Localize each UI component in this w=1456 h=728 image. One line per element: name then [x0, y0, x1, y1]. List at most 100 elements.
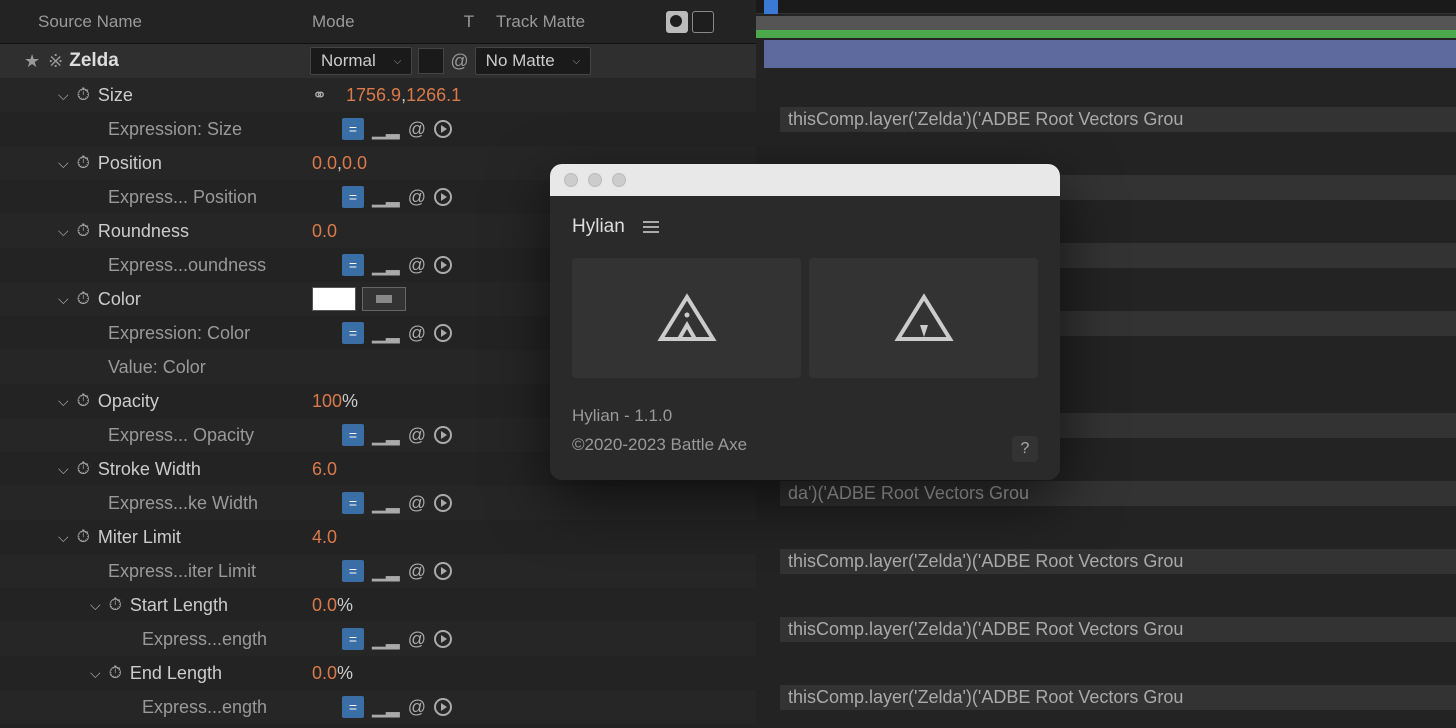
expression-text[interactable]: thisComp.layer('Zelda')('ADBE Root Vecto…	[756, 612, 1456, 646]
expression-enable-icon[interactable]: =	[342, 322, 364, 344]
expression-row[interactable]: Express...ength=▁▂@	[0, 690, 756, 724]
property-value[interactable]: 100%	[312, 391, 358, 412]
constrain-proportions-icon[interactable]: ⚭	[312, 85, 327, 106]
window-titlebar[interactable]	[550, 164, 1060, 196]
property-start-length[interactable]: ⌵⏱Start Length0.0%	[0, 588, 756, 622]
expression-graph-icon[interactable]: ▁▂	[372, 119, 400, 140]
expression-enable-icon[interactable]: =	[342, 628, 364, 650]
twirl-down-icon[interactable]: ⌵	[82, 665, 109, 682]
expression-pickwhip-icon[interactable]: @	[408, 255, 426, 276]
maximize-window-icon[interactable]	[612, 173, 626, 187]
twirl-down-icon[interactable]: ⌵	[50, 529, 77, 546]
expression-graph-icon[interactable]: ▁▂	[372, 493, 400, 514]
stopwatch-icon[interactable]: ⏱	[109, 595, 122, 615]
header-track-t[interactable]: T	[448, 12, 490, 32]
expression-graph-icon[interactable]: ▁▂	[372, 697, 400, 718]
property-value[interactable]: 0.0%	[312, 663, 353, 684]
expression-enable-icon[interactable]: =	[342, 424, 364, 446]
hylian-mode-b-button[interactable]	[809, 258, 1038, 378]
expression-pickwhip-icon[interactable]: @	[408, 119, 426, 140]
property-value[interactable]: 4.0	[312, 527, 337, 548]
expression-language-menu-icon[interactable]	[434, 188, 452, 206]
property-value[interactable]: 6.0	[312, 459, 337, 480]
expression-language-menu-icon[interactable]	[434, 698, 452, 716]
layer-zelda[interactable]: ★ ※ Zelda Normal⌵ @ No Matte⌵	[0, 44, 756, 78]
expression-row[interactable]: Express...ength=▁▂@	[0, 622, 756, 656]
expression-row[interactable]: Express...iter Limit=▁▂@	[0, 554, 756, 588]
expression-enable-icon[interactable]: =	[342, 254, 364, 276]
header-track-matte[interactable]: Track Matte	[490, 12, 585, 32]
stopwatch-icon[interactable]: ⏱	[77, 459, 90, 479]
expression-text[interactable]: thisComp.layer('Zelda')('ADBE Root Vecto…	[756, 544, 1456, 578]
expression-graph-icon[interactable]: ▁▂	[372, 425, 400, 446]
expression-enable-icon[interactable]: =	[342, 696, 364, 718]
stopwatch-icon[interactable]: ⏱	[77, 391, 90, 411]
property-value[interactable]: 1756.9,1266.1	[346, 85, 461, 106]
expression-language-menu-icon[interactable]	[434, 324, 452, 342]
stopwatch-icon[interactable]: ⏱	[77, 221, 90, 241]
header-mode[interactable]: Mode	[300, 12, 448, 32]
header-source-name[interactable]: Source Name	[0, 12, 300, 32]
expression-pickwhip-icon[interactable]: @	[408, 629, 426, 650]
property-end-length[interactable]: ⌵⏱End Length0.0%	[0, 656, 756, 690]
expression-language-menu-icon[interactable]	[434, 120, 452, 138]
stopwatch-icon[interactable]: ⏱	[109, 663, 122, 683]
shy-toggle-icon[interactable]	[666, 11, 688, 33]
blend-mode-dropdown[interactable]: Normal⌵	[310, 47, 412, 75]
fx-toggle-icon[interactable]	[692, 11, 714, 33]
expression-enable-icon[interactable]: =	[342, 560, 364, 582]
layer-duration-bar[interactable]	[764, 40, 1456, 68]
expression-language-menu-icon[interactable]	[434, 426, 452, 444]
twirl-down-icon[interactable]: ⌵	[50, 155, 77, 172]
twirl-down-icon[interactable]: ⌵	[50, 291, 77, 308]
twirl-down-icon[interactable]: ⌵	[50, 461, 77, 478]
expression-text[interactable]: thisComp.layer('Zelda')('ADBE Root Vecto…	[756, 680, 1456, 714]
expression-pickwhip-icon[interactable]: @	[408, 561, 426, 582]
color-eyedropper-icon[interactable]	[362, 287, 406, 311]
property-value[interactable]: 0.0%	[312, 595, 353, 616]
expression-graph-icon[interactable]: ▁▂	[372, 255, 400, 276]
twirl-down-icon[interactable]: ⌵	[50, 223, 77, 240]
expression-graph-icon[interactable]: ▁▂	[372, 323, 400, 344]
expression-pickwhip-icon[interactable]: @	[408, 323, 426, 344]
expression-language-menu-icon[interactable]	[434, 256, 452, 274]
menu-icon[interactable]	[643, 221, 659, 233]
property-size[interactable]: ⌵⏱Size⚭1756.9,1266.1	[0, 78, 756, 112]
expression-graph-icon[interactable]: ▁▂	[372, 187, 400, 208]
expression-text[interactable]: da')('ADBE Root Vectors Grou	[756, 476, 1456, 510]
twirl-down-icon[interactable]: ⌵	[50, 87, 77, 104]
timeline-ruler[interactable]	[756, 0, 1456, 14]
expression-graph-icon[interactable]: ▁▂	[372, 561, 400, 582]
hylian-mode-a-button[interactable]	[572, 258, 801, 378]
twirl-down-icon[interactable]: ⌵	[50, 393, 77, 410]
work-area-bar[interactable]	[756, 16, 1456, 30]
expression-language-menu-icon[interactable]	[434, 494, 452, 512]
minimize-window-icon[interactable]	[588, 173, 602, 187]
property-value[interactable]: 0.0,0.0	[312, 153, 367, 174]
stopwatch-icon[interactable]: ⏱	[77, 85, 90, 105]
help-button[interactable]: ?	[1012, 436, 1038, 462]
expression-pickwhip-icon[interactable]: @	[408, 493, 426, 514]
stopwatch-icon[interactable]: ⏱	[77, 153, 90, 173]
property-miter-limit[interactable]: ⌵⏱Miter Limit4.0	[0, 520, 756, 554]
playhead-icon[interactable]	[764, 0, 778, 14]
expression-graph-icon[interactable]: ▁▂	[372, 629, 400, 650]
expression-language-menu-icon[interactable]	[434, 630, 452, 648]
expression-row[interactable]: Express...ke Width=▁▂@	[0, 486, 756, 520]
expression-pickwhip-icon[interactable]: @	[408, 425, 426, 446]
stopwatch-icon[interactable]: ⏱	[77, 289, 90, 309]
twirl-down-icon[interactable]: ⌵	[82, 597, 109, 614]
expression-enable-icon[interactable]: =	[342, 118, 364, 140]
close-window-icon[interactable]	[564, 173, 578, 187]
expression-language-menu-icon[interactable]	[434, 562, 452, 580]
expression-text[interactable]: thisComp.layer('Zelda')('ADBE Root Vecto…	[756, 102, 1456, 136]
color-swatch[interactable]	[312, 287, 356, 311]
expression-enable-icon[interactable]: =	[342, 186, 364, 208]
parent-pickwhip-icon[interactable]: @	[450, 51, 468, 72]
stopwatch-icon[interactable]: ⏱	[77, 527, 90, 547]
expression-pickwhip-icon[interactable]: @	[408, 187, 426, 208]
expression-row[interactable]: Expression: Size=▁▂@	[0, 112, 756, 146]
track-matte-dropdown[interactable]: No Matte⌵	[475, 47, 592, 75]
property-value[interactable]: 0.0	[312, 221, 337, 242]
expression-pickwhip-icon[interactable]: @	[408, 697, 426, 718]
